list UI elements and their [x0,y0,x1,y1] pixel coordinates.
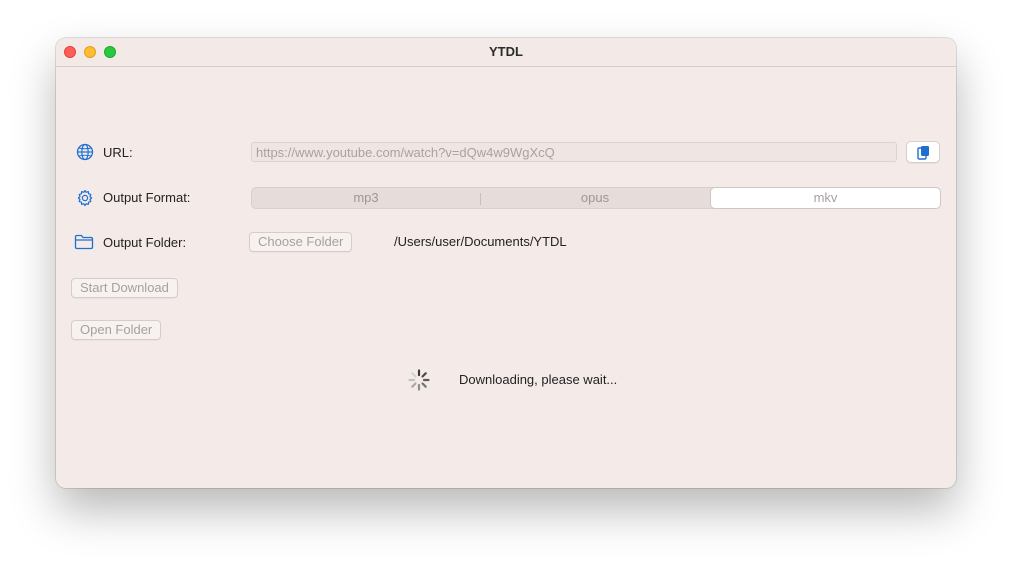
spinner-icon [408,369,430,391]
output-format-label: Output Format: [103,190,191,205]
output-folder-label: Output Folder: [103,235,187,250]
status-message: Downloading, please wait... [459,372,618,387]
start-download-button[interactable]: Start Download [71,278,178,298]
format-option-mkv[interactable]: mkv [710,187,941,209]
url-input[interactable]: https://www.youtube.com/watch?v=dQw4w9Wg… [251,142,897,162]
title-bar: YTDL [56,38,956,67]
paste-url-button[interactable] [906,141,940,163]
clipboard-icon [917,146,929,160]
choose-folder-button[interactable]: Choose Folder [249,232,353,252]
url-label: URL: [103,145,133,160]
format-option-mp3[interactable]: mp3 [252,188,480,208]
app-window: YTDL URL: https://www.youtube.com/watch?… [56,38,956,488]
open-folder-button[interactable]: Open Folder [71,320,162,340]
output-folder-path: /Users/user/Documents/YTDL [394,234,567,249]
gear-icon [77,189,93,207]
globe-icon [76,143,94,161]
format-segmented-control[interactable]: mp3 opus mkv [251,187,941,209]
format-option-opus[interactable]: opus [480,188,710,208]
url-placeholder: https://www.youtube.com/watch?v=dQw4w9Wg… [256,145,555,160]
folder-icon [74,234,94,250]
window-title: YTDL [489,44,523,59]
